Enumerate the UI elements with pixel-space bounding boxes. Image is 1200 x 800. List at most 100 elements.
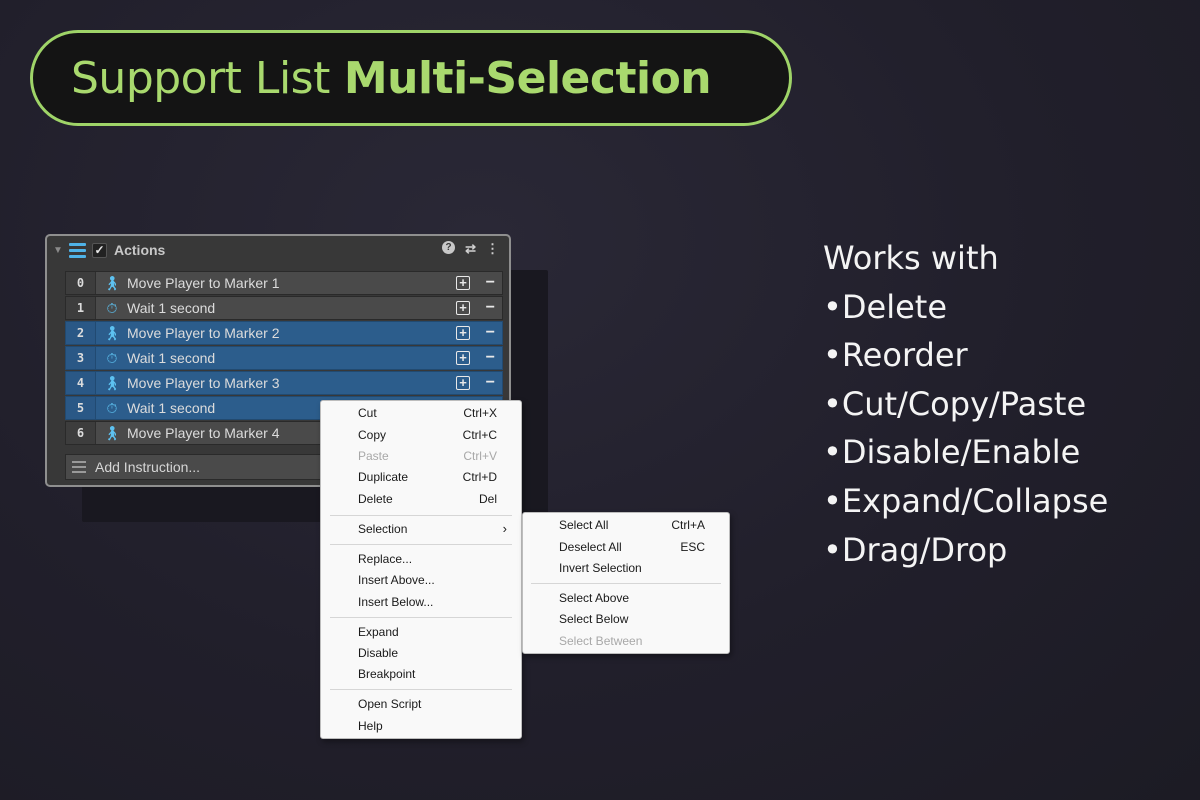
menu-separator	[531, 583, 721, 584]
menu-item-label: Select Above	[559, 591, 630, 605]
menu-item-insert-below[interactable]: Insert Below...	[358, 593, 497, 611]
menu-item-select-above[interactable]: Select Above	[559, 589, 705, 607]
title-normal: Support List	[71, 52, 330, 104]
menu-item-shortcut: ESC	[680, 540, 705, 554]
menu-item-label: Select Below	[559, 612, 629, 626]
menu-separator	[330, 544, 512, 545]
menu-item-label: Paste	[358, 449, 389, 463]
row-index: 1	[66, 297, 96, 319]
row-label: Wait 1 second	[127, 400, 216, 416]
menu-item-select-below[interactable]: Select Below	[559, 610, 705, 628]
menu-item-shortcut: Del	[478, 492, 497, 506]
panel-header[interactable]: ▼ ✓ Actions ? ⇄ ⋮	[47, 236, 509, 264]
row-label: Move Player to Marker 4	[127, 425, 280, 441]
menu-item-shortcut: Ctrl+C	[462, 428, 497, 442]
stopwatch-icon: ⏱	[106, 299, 118, 316]
row-label: Move Player to Marker 3	[127, 375, 280, 391]
help-icon[interactable]: ?	[442, 241, 456, 254]
insert-button[interactable]: +	[456, 326, 470, 340]
remove-button[interactable]: −	[486, 374, 495, 392]
context-menu: Cut Ctrl+X Copy Ctrl+C Paste Ctrl+V Dupl…	[320, 400, 522, 739]
features-heading: Works with	[823, 239, 999, 277]
insert-button[interactable]: +	[456, 301, 470, 315]
row-label: Move Player to Marker 2	[127, 325, 280, 341]
list-item[interactable]: 2 🚶︎ Move Player to Marker 2 + −	[65, 321, 503, 345]
list-item[interactable]: 0 🚶︎ Move Player to Marker 1 + −	[65, 271, 503, 295]
menu-item-label: Copy	[358, 428, 387, 442]
row-index: 5	[66, 397, 96, 419]
menu-item-select-all[interactable]: Select All Ctrl+A	[559, 516, 705, 534]
list-item[interactable]: 3 ⏱ Wait 1 second + −	[65, 346, 503, 370]
menu-item-shortcut: Ctrl+D	[462, 470, 497, 484]
insert-button[interactable]: +	[456, 351, 470, 365]
panel-title: Actions	[114, 242, 166, 258]
insert-button[interactable]: +	[456, 276, 470, 290]
menu-separator	[330, 515, 512, 516]
feature-item: •Drag/Drop	[823, 530, 1008, 569]
menu-item-duplicate[interactable]: Duplicate Ctrl+D	[358, 468, 497, 486]
menu-item-label: Open Script	[358, 697, 422, 711]
row-index: 4	[66, 372, 96, 394]
list-item[interactable]: 1 ⏱ Wait 1 second + −	[65, 296, 503, 320]
menu-item-label: Delete	[358, 492, 393, 506]
menu-item-invert-selection[interactable]: Invert Selection	[559, 559, 705, 577]
row-label: Wait 1 second	[127, 300, 216, 316]
menu-item-label: Cut	[358, 406, 377, 420]
foldout-triangle-icon[interactable]: ▼	[53, 245, 65, 256]
remove-button[interactable]: −	[486, 299, 495, 317]
walking-person-icon: 🚶︎	[103, 374, 121, 391]
menu-item-insert-above[interactable]: Insert Above...	[358, 571, 497, 589]
menu-item-shortcut: Ctrl+X	[463, 406, 497, 420]
row-index: 3	[66, 347, 96, 369]
stopwatch-icon: ⏱	[106, 349, 118, 366]
row-label: Wait 1 second	[127, 350, 216, 366]
menu-item-label: Invert Selection	[559, 561, 642, 575]
hamburger-icon	[72, 461, 86, 473]
stopwatch-icon: ⏱	[106, 399, 118, 416]
menu-item-label: Replace...	[358, 552, 413, 566]
menu-item-replace[interactable]: Replace...	[358, 550, 497, 568]
menu-item-copy[interactable]: Copy Ctrl+C	[358, 426, 497, 444]
menu-item-deselect-all[interactable]: Deselect All ESC	[559, 538, 705, 556]
list-item[interactable]: 4 🚶︎ Move Player to Marker 3 + −	[65, 371, 503, 395]
selection-submenu: Select All Ctrl+A Deselect All ESC Inver…	[522, 512, 730, 654]
menu-item-delete[interactable]: Delete Del	[358, 490, 497, 508]
enabled-checkbox[interactable]: ✓	[92, 242, 107, 258]
menu-item-label: Help	[358, 719, 383, 733]
menu-item-cut[interactable]: Cut Ctrl+X	[358, 404, 497, 422]
menu-item-label: Disable	[358, 646, 399, 660]
menu-item-open-script[interactable]: Open Script	[358, 695, 497, 713]
add-instruction-label: Add Instruction...	[95, 459, 201, 475]
remove-button[interactable]: −	[486, 274, 495, 292]
row-index: 6	[66, 422, 96, 444]
menu-item-label: Expand	[358, 625, 399, 639]
row-label: Move Player to Marker 1	[127, 275, 280, 291]
menu-item-select-between: Select Between	[559, 632, 705, 650]
menu-item-disable[interactable]: Disable	[358, 644, 497, 662]
menu-item-label: Breakpoint	[358, 667, 416, 681]
features-list: Works with •Delete •Reorder •Cut/Copy/Pa…	[823, 234, 1183, 574]
settings-sliders-icon[interactable]: ⇄	[465, 241, 476, 257]
menu-item-label: Duplicate	[358, 470, 409, 484]
menu-item-expand[interactable]: Expand	[358, 623, 497, 641]
row-index: 2	[66, 322, 96, 344]
menu-item-label: Selection	[358, 522, 408, 536]
insert-button[interactable]: +	[456, 376, 470, 390]
remove-button[interactable]: −	[486, 349, 495, 367]
menu-item-selection[interactable]: Selection ›	[358, 520, 507, 538]
menu-item-label: Deselect All	[559, 540, 622, 554]
more-menu-icon[interactable]: ⋮	[486, 241, 499, 257]
walking-person-icon: 🚶︎	[103, 274, 121, 291]
menu-separator	[330, 689, 512, 690]
list-icon	[69, 242, 86, 258]
walking-person-icon: 🚶︎	[103, 424, 121, 441]
remove-button[interactable]: −	[486, 324, 495, 342]
feature-item: •Expand/Collapse	[823, 481, 1109, 520]
menu-item-label: Select Between	[559, 634, 643, 648]
feature-item: •Delete	[823, 287, 948, 326]
menu-item-shortcut: Ctrl+A	[671, 518, 705, 532]
menu-item-breakpoint[interactable]: Breakpoint	[358, 665, 497, 683]
feature-item: •Reorder	[823, 336, 968, 375]
chevron-right-icon: ›	[502, 521, 507, 536]
menu-item-help[interactable]: Help	[358, 717, 497, 735]
